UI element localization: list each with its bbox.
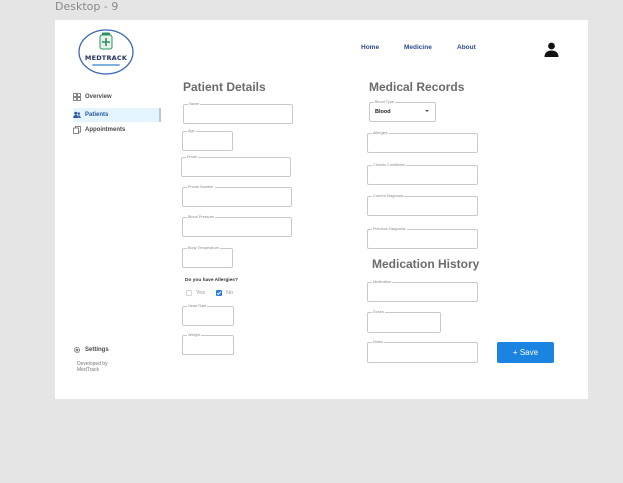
allergies-label: Allergies [372, 131, 389, 136]
sidebar-item-settings[interactable]: Settings [73, 343, 109, 357]
doses-field[interactable]: Doses [367, 310, 441, 333]
blood-pressure-field[interactable]: Blood Pressure [182, 215, 292, 237]
blood-type-label: Blood Type [374, 100, 395, 105]
body-temperature-field[interactable]: Body Temperature [182, 246, 233, 268]
phone-number-label: Phone Number [187, 185, 215, 190]
current-diagnosis-label: Current Diagnosis [372, 194, 405, 199]
users-icon [73, 111, 81, 119]
sidebar-item-patients[interactable]: Patients [73, 108, 161, 122]
doses-label: Doses [372, 310, 385, 315]
allergy-yes-option[interactable]: Yes [186, 290, 205, 296]
weight-label: Weight [187, 333, 201, 338]
chevron-down-icon [425, 110, 429, 112]
allergy-question: Do you have Allergies? [185, 278, 238, 283]
patient-details-title: Patient Details [183, 80, 266, 94]
medical-records-title: Medical Records [369, 80, 465, 94]
grid-icon [73, 93, 81, 101]
heart-rate-field[interactable]: Heart Rate [182, 304, 234, 326]
save-button[interactable]: + Save [497, 342, 554, 363]
nav-home-link[interactable]: Home [361, 44, 379, 51]
email-field[interactable]: Email [181, 155, 291, 177]
email-label: Email [186, 155, 198, 160]
chronic-conditions-label: Chronic Conditions [372, 163, 407, 168]
medication-history-title: Medication History [372, 257, 480, 271]
previous-diagnosis-label: Previous Diagnosis [372, 227, 407, 232]
user-icon[interactable] [543, 41, 560, 58]
sidebar-label-patients: Patients [85, 112, 109, 118]
previous-diagnosis-field[interactable]: Previous Diagnosis [367, 227, 478, 249]
medication-field[interactable]: Medication [367, 280, 478, 302]
chronic-conditions-field[interactable]: Chronic Conditions [367, 163, 478, 185]
weight-field[interactable]: Weight [182, 333, 234, 355]
developed-by-text: Developed by MedTrack [77, 361, 108, 373]
name-label: Name [188, 102, 201, 107]
nav-about-link[interactable]: About [457, 44, 476, 51]
blood-type-select[interactable]: Blood Type Blood [369, 100, 436, 122]
medication-label: Medication [372, 280, 393, 285]
phone-number-field[interactable]: Phone Number [182, 185, 292, 207]
sidebar-item-overview[interactable]: Overview [73, 90, 112, 104]
body-temperature-label: Body Temperature [187, 246, 220, 251]
sidebar-label-overview: Overview [85, 94, 112, 100]
sidebar-label-settings: Settings [85, 347, 109, 353]
gear-icon [73, 346, 81, 354]
sidebar-item-appointments[interactable]: Appointments [73, 123, 125, 137]
allergy-no-option[interactable]: No [216, 290, 233, 296]
allergy-no-checkbox[interactable] [216, 290, 222, 296]
name-field[interactable]: Name [183, 102, 293, 124]
blood-type-value: Blood [375, 109, 391, 115]
allergy-no-label: No [226, 290, 234, 296]
copy-icon [73, 126, 81, 134]
logo-title: MEDTRACK [85, 54, 128, 62]
notes-field[interactable]: Notes [367, 340, 478, 363]
allergy-yes-label: Yes [196, 290, 205, 296]
heart-rate-label: Heart Rate [187, 304, 208, 309]
age-label: Age [187, 129, 196, 134]
age-field[interactable]: Age [182, 129, 233, 151]
nav-medicine-link[interactable]: Medicine [404, 44, 432, 51]
allergies-field[interactable]: Allergies [367, 131, 478, 153]
current-diagnosis-field[interactable]: Current Diagnosis [367, 194, 478, 216]
medtrack-logo[interactable]: MEDTRACK [78, 28, 134, 76]
app-canvas: MEDTRACK Home Medicine About Overview Pa… [55, 20, 588, 399]
allergy-yes-checkbox[interactable] [186, 290, 192, 296]
blood-pressure-label: Blood Pressure [187, 215, 215, 220]
notes-label: Notes [372, 340, 384, 345]
frame-label: Desktop - 9 [55, 0, 119, 13]
sidebar-label-appointments: Appointments [85, 127, 126, 133]
